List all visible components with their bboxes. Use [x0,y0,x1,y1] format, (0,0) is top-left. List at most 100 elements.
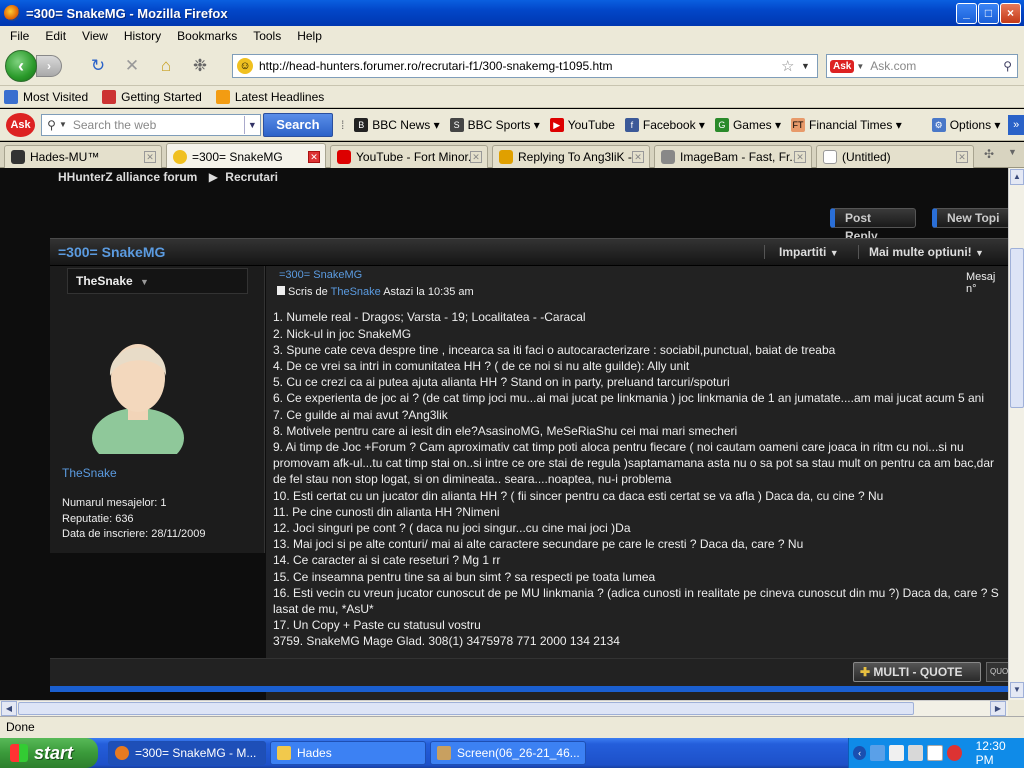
tab-youtube[interactable]: YouTube - Fort Minor... ✕ [330,145,488,168]
ask-search-box[interactable]: ⚲ ▼ Search the web ▼ [41,113,261,136]
ask-search-input[interactable]: Search the web [67,118,244,132]
minimize-button[interactable]: _ [956,3,977,24]
tab-300-snakemg[interactable]: =300= SnakeMG ✕ [166,143,326,169]
tab-list-icon[interactable]: ▼ [1008,147,1017,157]
search-icon[interactable]: ⚲ [1003,59,1012,73]
addon-icon[interactable]: ❉ [190,56,210,76]
tray-expand-icon[interactable]: ‹ [853,746,867,760]
menu-file[interactable]: File [2,29,37,43]
bookmark-star-icon[interactable]: ☆ [781,57,801,75]
volume-icon[interactable] [908,745,924,761]
search-icon: ⚲ [47,117,56,132]
maximize-button[interactable]: □ [978,3,999,24]
menu-bookmarks[interactable]: Bookmarks [169,29,245,43]
new-tab-icon[interactable]: ✣ [984,147,994,161]
messenger-icon[interactable] [889,745,905,761]
ask-logo-icon[interactable]: Ask [6,112,36,137]
scroll-left-icon[interactable]: ◀ [1,701,17,716]
user-profile-link[interactable]: TheSnake [62,466,117,480]
start-button[interactable]: start [0,738,98,768]
toolbar-games[interactable]: G Games ▾ [714,117,781,132]
close-button[interactable]: × [1000,3,1021,24]
breadcrumb-home[interactable]: HHunterZ alliance forum [58,170,197,184]
bookmark-folder-icon [4,89,18,104]
tab-close-icon[interactable]: ✕ [794,151,806,163]
ask-search-button[interactable]: Search [262,112,333,137]
search-engine-box[interactable]: Ask ▼ Ask.com ⚲ [826,54,1018,78]
toolbar-label: BBC News [372,117,431,132]
multi-quote-button[interactable]: ✚ MULTI - QUOTE [853,662,981,682]
toolbar-youtube[interactable]: ▶ YouTube [549,117,615,132]
bookmark-getting-started[interactable]: Getting Started [102,89,202,104]
back-button[interactable]: ‹ [5,50,37,82]
post-reply-button[interactable]: Post Reply [830,208,916,243]
tab-close-icon[interactable]: ✕ [144,151,156,163]
tab-imagebam[interactable]: ImageBam - Fast, Fr... ✕ [654,145,812,168]
tab-replying[interactable]: Replying To Ang3liK -... ✕ [492,145,650,168]
toolbar-overflow-button[interactable]: » [1008,114,1024,135]
tab-untitled[interactable]: (Untitled) ✕ [816,145,974,168]
toolbar-financial-times[interactable]: FT Financial Times ▾ [790,117,902,132]
window-title: =300= SnakeMG - Mozilla Firefox [26,5,228,21]
post-separator [50,686,1008,692]
taskbar-item-hades[interactable]: Hades [270,741,426,765]
taskbar-item-screen[interactable]: Screen(06_26-21_46... [430,741,586,765]
network-icon[interactable] [870,745,886,761]
chevron-down-icon[interactable]: ▼ [59,120,67,129]
engine-dropdown-icon[interactable]: ▼ [856,62,864,71]
post-line: de fel stau non stop logat, si on dimine… [273,472,672,486]
toolbar-facebook[interactable]: f Facebook ▾ [624,117,705,132]
taskbar-item-firefox[interactable]: =300= SnakeMG - M... [108,741,266,765]
breadcrumb-section[interactable]: Recrutari [225,170,278,184]
tab-close-icon[interactable]: ✕ [632,151,644,163]
toolbar-bbc-sports[interactable]: S BBC Sports ▾ [449,117,540,132]
post-author-link[interactable]: TheSnake [331,286,381,298]
username-dropdown[interactable]: TheSnake ▼ [67,268,248,294]
share-button[interactable]: Impartiti ▼ [764,245,839,259]
breadcrumb: HHunterZ alliance forum ▶ Recrutari [58,170,278,184]
clock[interactable]: 12:30 PM [976,739,1024,767]
horizontal-scroll-thumb[interactable] [18,702,914,715]
ask-logo-icon[interactable]: Ask [830,59,855,73]
reload-icon[interactable]: ↻ [88,56,108,76]
vertical-scroll-thumb[interactable] [1010,248,1024,408]
menu-bar: File Edit View History Bookmarks Tools H… [0,26,1024,46]
horizontal-scrollbar[interactable]: ◀ ▶ [0,700,1008,716]
tab-favicon-icon [173,149,187,164]
tab-close-icon[interactable]: ✕ [470,151,482,163]
tab-hades-mu[interactable]: Hades-MU™ ✕ [4,145,162,168]
tab-close-icon[interactable]: ✕ [308,150,320,163]
forward-button[interactable]: › [36,55,62,77]
app-tray-icon[interactable] [927,745,943,761]
scroll-down-icon[interactable]: ▼ [1010,682,1024,698]
scroll-up-icon[interactable]: ▲ [1010,169,1024,185]
page-content: HHunterZ alliance forum ▶ Recrutari Post… [0,168,1008,700]
url-dropdown-icon[interactable]: ▼ [801,61,817,71]
scroll-right-icon[interactable]: ▶ [990,701,1006,716]
toolbar-bbc-news[interactable]: B BBC News ▾ [354,117,440,132]
vertical-scrollbar[interactable]: ▲ ▼ [1008,168,1024,700]
bookmark-latest-headlines[interactable]: Latest Headlines [215,89,324,104]
tab-close-icon[interactable]: ✕ [956,151,968,163]
search-input[interactable]: Ask.com [864,59,1003,73]
multi-quote-label: MULTI - QUOTE [873,665,963,679]
more-options-button[interactable]: Mai multe optiuni! ▼ [858,245,984,259]
image-icon [437,746,451,760]
menu-help[interactable]: Help [289,29,330,43]
home-icon[interactable]: ⌂ [156,56,176,76]
stop-icon[interactable]: ✕ [122,56,142,76]
quote-button[interactable]: QUO [986,662,1008,682]
bookmark-most-visited[interactable]: Most Visited [4,89,88,104]
bookmark-label: Getting Started [121,89,202,104]
url-bar[interactable]: ☺ http://head-hunters.forumer.ro/recruta… [232,54,818,78]
menu-edit[interactable]: Edit [37,29,74,43]
menu-tools[interactable]: Tools [245,29,289,43]
menu-history[interactable]: History [116,29,169,43]
post-subject[interactable]: =300= SnakeMG [279,269,362,281]
toolbar-options[interactable]: ⚙ Options ▾ [931,117,1000,132]
menu-view[interactable]: View [74,29,116,43]
new-topic-button[interactable]: New Topi [932,208,1008,228]
url-text[interactable]: http://head-hunters.forumer.ro/recrutari… [259,59,781,73]
chevron-down-icon[interactable]: ▼ [243,115,260,134]
security-icon[interactable] [946,745,962,761]
